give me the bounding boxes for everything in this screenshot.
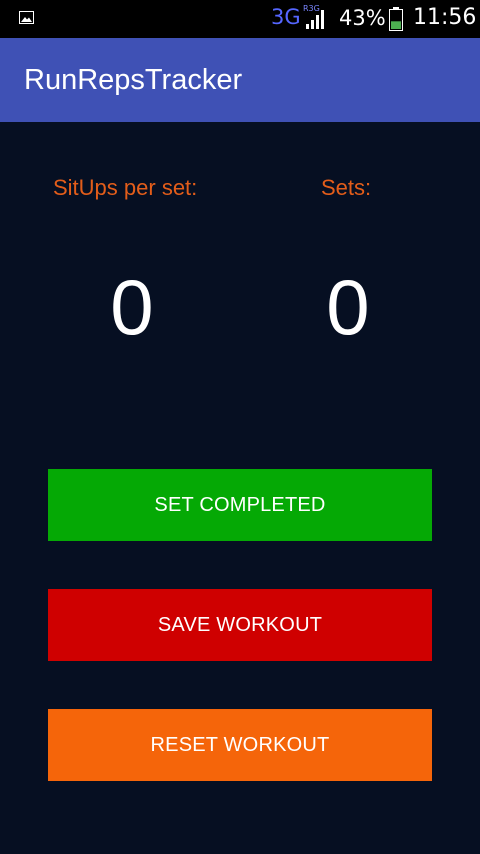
set-completed-button[interactable]: SET COMPLETED xyxy=(48,469,432,541)
sets-value: 0 xyxy=(326,263,370,351)
clock: 11:56 xyxy=(413,5,477,30)
situps-per-set-value: 0 xyxy=(110,263,154,351)
sets-label: Sets: xyxy=(321,175,372,200)
gallery-icon xyxy=(19,11,34,24)
reset-workout-button[interactable]: RESET WORKOUT xyxy=(48,709,432,781)
network-type: 3G xyxy=(271,5,301,29)
battery-percent: 43% xyxy=(339,6,386,30)
status-bar: 3G R3G 43% 11:56 xyxy=(0,0,480,38)
battery-icon xyxy=(389,7,403,31)
signal-icon xyxy=(306,10,324,29)
situps-per-set-label: SitUps per set: xyxy=(53,175,198,200)
save-workout-button[interactable]: SAVE WORKOUT xyxy=(48,589,432,661)
app-title: RunRepsTracker xyxy=(24,64,243,96)
app-bar: RunRepsTracker xyxy=(0,38,480,122)
